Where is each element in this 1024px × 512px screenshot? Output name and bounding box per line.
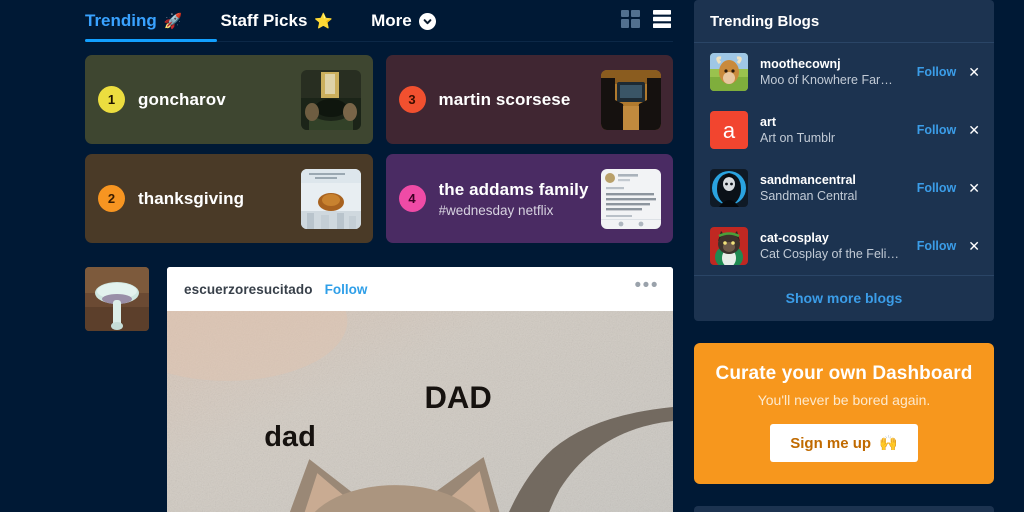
tab-trending-label: Trending <box>85 11 157 30</box>
follow-button[interactable]: Follow <box>917 239 957 253</box>
rank-badge: 4 <box>398 185 426 212</box>
chevron-down-icon <box>418 12 436 30</box>
art-letter-avatar: a <box>710 111 748 149</box>
dismiss-icon[interactable]: ✕ <box>968 181 980 195</box>
mushroom-avatar[interactable] <box>85 267 149 331</box>
trending-tag-grid: 1 goncharov 3 martin scorsese 2 thanksgi… <box>85 55 673 243</box>
tab-bar: Trending 🚀 Staff Picks ⭐ More <box>85 0 673 42</box>
show-more-blogs-button[interactable]: Show more blogs <box>694 275 994 321</box>
grid-view-icon[interactable] <box>621 9 640 33</box>
trending-tag-card[interactable]: 2 thanksgiving <box>85 154 373 243</box>
blog-name: cat-cosplay <box>760 231 829 245</box>
sidebar: Trending Blogs moothecownj Moo of Knowhe… <box>694 0 994 512</box>
tag-name: goncharov <box>138 89 226 109</box>
blog-list-item[interactable]: cat-cosplay Cat Cosplay of the Feli… Fol… <box>694 217 994 275</box>
dashboard-page: Trending 🚀 Staff Picks ⭐ More 1 goncharo… <box>0 0 1024 512</box>
tab-more-label: More <box>371 11 412 30</box>
list-view-icon[interactable] <box>653 9 671 33</box>
scorsese-thumbnail <box>601 69 661 130</box>
tag-subtitle: #wednesday netflix <box>438 202 554 218</box>
active-tab-underline <box>85 39 217 42</box>
blog-text: sandmancentral Sandman Central <box>760 173 909 203</box>
blog-description: Art on Tumblr <box>760 131 836 145</box>
blog-text: moothecownj Moo of Knowhere Far… <box>760 57 909 87</box>
blog-description: Moo of Knowhere Far… <box>760 73 893 87</box>
trending-tag-card[interactable]: 4 the addams family #wednesday netflix <box>385 154 673 243</box>
tab-more[interactable]: More <box>371 0 450 42</box>
sandman-avatar <box>710 169 748 207</box>
rocket-icon: 🚀 <box>163 12 183 30</box>
blog-name: art <box>760 115 776 129</box>
trending-blogs-title: Trending Blogs <box>694 0 994 43</box>
sign-me-up-button[interactable]: Sign me up 🙌 <box>770 424 918 462</box>
post: escuerzoresucitado Follow ••• dad DAD <box>85 267 673 512</box>
sign-me-up-label: Sign me up <box>790 434 872 452</box>
tag-text: thanksgiving <box>138 189 301 209</box>
promo-subtitle: You'll never be bored again. <box>757 392 931 408</box>
trending-tag-card[interactable]: 3 martin scorsese <box>385 55 673 144</box>
curate-dashboard-promo: Curate your own Dashboard You'll never b… <box>694 343 994 484</box>
blog-description: Cat Cosplay of the Feli… <box>760 247 899 261</box>
rank-badge: 2 <box>98 185 125 212</box>
blog-list-item[interactable]: a art Art on Tumblr Follow ✕ <box>694 101 994 159</box>
svg-text:DAD: DAD <box>425 380 492 415</box>
svg-text:dad: dad <box>264 421 316 453</box>
follow-button[interactable]: Follow <box>917 123 957 137</box>
follow-button[interactable]: Follow <box>917 65 957 79</box>
cat-cosplay-avatar <box>710 227 748 265</box>
post-options-icon[interactable]: ••• <box>635 276 659 297</box>
blog-text: cat-cosplay Cat Cosplay of the Feli… <box>760 231 909 261</box>
post-follow-button[interactable]: Follow <box>325 282 368 297</box>
blog-list-item[interactable]: sandmancentral Sandman Central Follow ✕ <box>694 159 994 217</box>
thanksgiving-thumbnail <box>300 168 361 229</box>
tag-name: thanksgiving <box>138 188 245 208</box>
addams-tweet-thumbnail <box>601 168 661 229</box>
post-username[interactable]: escuerzoresucitado <box>184 282 313 297</box>
tag-text: the addams family #wednesday netflix <box>439 180 602 218</box>
blog-list-item[interactable]: moothecownj Moo of Knowhere Far… Follow … <box>694 43 994 101</box>
cat-dad-meme[interactable]: dad DAD <box>167 311 673 512</box>
tab-staff-picks-label: Staff Picks <box>220 11 308 30</box>
star-icon: ⭐ <box>314 12 334 30</box>
blog-name: moothecownj <box>760 57 841 71</box>
raised-hands-icon: 🙌 <box>879 435 898 452</box>
tag-name: martin scorsese <box>438 89 571 109</box>
view-toggle-group <box>621 9 673 33</box>
dismiss-icon[interactable]: ✕ <box>968 65 980 79</box>
tag-name: the addams family <box>438 179 589 199</box>
goncharov-thumbnail <box>300 69 361 130</box>
follow-button[interactable]: Follow <box>917 181 957 195</box>
blog-name: sandmancentral <box>760 173 856 187</box>
blog-text: art Art on Tumblr <box>760 115 909 145</box>
tab-trending[interactable]: Trending 🚀 <box>85 0 196 42</box>
next-sidebar-panel <box>694 506 994 512</box>
cow-avatar <box>710 53 748 91</box>
tag-text: martin scorsese <box>439 90 602 110</box>
tag-text: goncharov <box>138 90 301 110</box>
dismiss-icon[interactable]: ✕ <box>968 239 980 253</box>
post-card: escuerzoresucitado Follow ••• dad DAD <box>167 267 673 512</box>
blog-description: Sandman Central <box>760 189 858 203</box>
trending-blogs-panel: Trending Blogs moothecownj Moo of Knowhe… <box>694 0 994 321</box>
rank-badge: 3 <box>398 86 426 113</box>
post-header: escuerzoresucitado Follow ••• <box>167 267 673 311</box>
main-column: Trending 🚀 Staff Picks ⭐ More 1 goncharo… <box>85 0 673 512</box>
trending-tag-card[interactable]: 1 goncharov <box>85 55 373 144</box>
dismiss-icon[interactable]: ✕ <box>968 123 980 137</box>
promo-title: Curate your own Dashboard <box>715 363 973 384</box>
svg-text:a: a <box>723 118 736 143</box>
tab-staff-picks[interactable]: Staff Picks ⭐ <box>220 0 347 42</box>
rank-badge: 1 <box>98 86 125 113</box>
